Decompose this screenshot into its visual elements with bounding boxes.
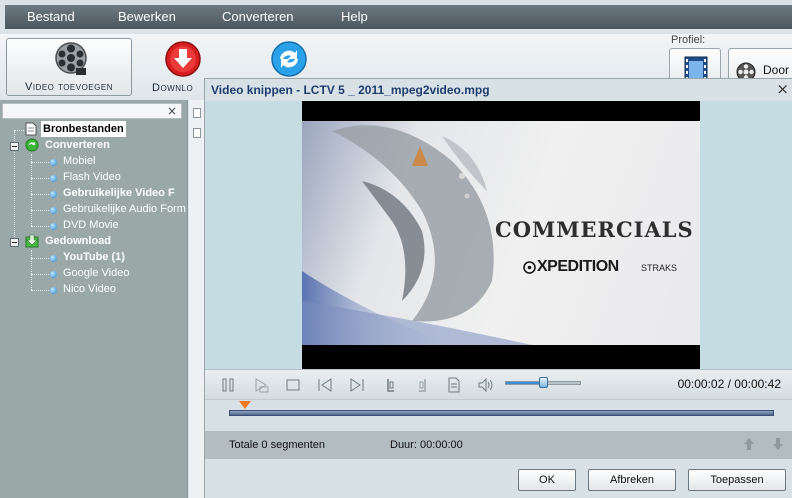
brand-logo-icon bbox=[523, 261, 536, 274]
bullet-icon bbox=[50, 255, 57, 262]
menu-bewerken[interactable]: Bewerken bbox=[118, 5, 176, 29]
play-segment-icon[interactable] bbox=[252, 376, 270, 394]
cancel-button[interactable]: Afbreken bbox=[588, 469, 676, 491]
dialog-titlebar: Video knippen - LCTV 5 _ 2011_mpeg2video… bbox=[205, 79, 792, 101]
tree-line bbox=[31, 250, 32, 290]
downloaded-group-icon bbox=[25, 234, 39, 248]
door-label: Door bbox=[763, 63, 790, 77]
video-area: COMMERCIALS XPEDITION STRAKS bbox=[205, 101, 792, 369]
tree-line bbox=[31, 226, 49, 227]
tree-line bbox=[31, 274, 49, 275]
tree-item-common-audio[interactable]: Gebruikelijke Audio Form bbox=[63, 201, 186, 217]
sidebar-close-button[interactable]: × bbox=[167, 104, 177, 118]
volume-knob[interactable] bbox=[539, 377, 548, 388]
bullet-icon bbox=[50, 191, 57, 198]
skip-back-icon[interactable] bbox=[316, 376, 334, 394]
volume-icon[interactable] bbox=[477, 376, 495, 394]
download-label: Downlo bbox=[152, 82, 194, 94]
segment-bar: Totale 0 segmenten Duur: 00:00:00 bbox=[205, 431, 792, 459]
tree-group-converteren[interactable]: Converteren bbox=[45, 137, 110, 153]
bullet-icon bbox=[50, 159, 57, 166]
checkbox[interactable] bbox=[193, 128, 201, 138]
pause-icon[interactable] bbox=[219, 376, 237, 394]
tree-line bbox=[31, 210, 49, 211]
video-headline: COMMERCIALS bbox=[495, 217, 694, 242]
playhead-marker[interactable] bbox=[239, 401, 252, 409]
tree-item-bronbestanden[interactable]: Bronbestanden bbox=[41, 121, 126, 137]
download-button[interactable]: Downlo bbox=[145, 38, 205, 96]
bullet-icon bbox=[50, 287, 57, 294]
video-player[interactable]: COMMERCIALS XPEDITION STRAKS bbox=[302, 101, 700, 369]
dialog-buttons: OK Afbreken Toepassen bbox=[205, 459, 792, 498]
apply-button[interactable]: Toepassen bbox=[688, 469, 786, 491]
tree-line bbox=[31, 194, 49, 195]
collapse-toggle[interactable] bbox=[10, 238, 19, 247]
tree-line bbox=[31, 154, 32, 226]
add-video-button[interactable]: Video toevoegen bbox=[6, 38, 132, 96]
menu-bar: Bestand Bewerken Converteren Help bbox=[0, 0, 792, 34]
film-reel-icon bbox=[55, 42, 87, 75]
tree-line bbox=[31, 290, 49, 291]
bullet-icon bbox=[50, 223, 57, 230]
bullet-icon bbox=[50, 175, 57, 182]
tree-item-mobiel[interactable]: Mobiel bbox=[63, 153, 95, 169]
time-display: 00:00:02 / 00:00:42 bbox=[677, 377, 781, 391]
document-icon[interactable] bbox=[445, 376, 463, 394]
menu-help[interactable]: Help bbox=[341, 5, 368, 29]
tree-group-gedownload[interactable]: Gedownload bbox=[45, 233, 111, 249]
stop-icon[interactable] bbox=[284, 376, 302, 394]
skip-forward-icon[interactable] bbox=[348, 376, 366, 394]
checkbox[interactable] bbox=[193, 108, 201, 118]
segment-count: Totale 0 segmenten bbox=[229, 439, 326, 451]
tree-line bbox=[14, 130, 24, 131]
dialog-title: Video knippen - LCTV 5 _ 2011_mpeg2video… bbox=[211, 83, 490, 97]
tree-item-nico-video[interactable]: Nico Video bbox=[63, 281, 116, 297]
tree-line bbox=[31, 178, 49, 179]
video-brand: XPEDITION bbox=[537, 258, 619, 275]
timeline[interactable] bbox=[205, 399, 792, 431]
document-icon bbox=[25, 122, 37, 136]
tree-line bbox=[31, 162, 49, 163]
sidebar-header: × bbox=[2, 103, 182, 119]
tree-item-youtube[interactable]: YouTube (1) bbox=[63, 249, 125, 265]
add-video-label: Video toevoegen bbox=[25, 81, 113, 93]
collapse-toggle[interactable] bbox=[10, 142, 19, 151]
move-up-icon[interactable] bbox=[743, 437, 755, 451]
timeline-track[interactable] bbox=[229, 410, 774, 416]
video-tag: STRAKS bbox=[641, 263, 678, 273]
volume-fill bbox=[506, 382, 543, 384]
tree-item-flash-video[interactable]: Flash Video bbox=[63, 169, 121, 185]
menu-converteren[interactable]: Converteren bbox=[222, 5, 294, 29]
tree-item-google-video[interactable]: Google Video bbox=[63, 265, 129, 281]
ok-button[interactable]: OK bbox=[518, 469, 576, 491]
file-list-panel bbox=[189, 100, 205, 498]
move-down-icon[interactable] bbox=[772, 437, 784, 451]
dialog-close-button[interactable]: × bbox=[776, 80, 789, 98]
profile-label: Profiel: bbox=[671, 34, 706, 46]
sidebar: × Bronbestanden Converteren Mobiel Flash… bbox=[0, 100, 188, 498]
bullet-icon bbox=[50, 207, 57, 214]
download-icon bbox=[165, 41, 201, 77]
convert-icon[interactable] bbox=[270, 40, 308, 78]
menu-bestand[interactable]: Bestand bbox=[27, 5, 75, 29]
video-cut-dialog: Video knippen - LCTV 5 _ 2011_mpeg2video… bbox=[204, 78, 792, 498]
tree-item-common-video[interactable]: Gebruikelijke Video F bbox=[63, 185, 175, 201]
player-controls: 00:00:02 / 00:00:42 bbox=[205, 369, 792, 399]
convert-group-icon bbox=[25, 138, 39, 152]
mark-end-icon[interactable] bbox=[413, 376, 431, 394]
tree-item-dvd-movie[interactable]: DVD Movie bbox=[63, 217, 119, 233]
segment-duration: Duur: 00:00:00 bbox=[390, 439, 463, 451]
video-frame: COMMERCIALS XPEDITION STRAKS bbox=[302, 121, 700, 345]
tree-line bbox=[31, 258, 49, 259]
volume-slider[interactable] bbox=[505, 377, 581, 388]
bullet-icon bbox=[50, 271, 57, 278]
mark-start-icon[interactable] bbox=[382, 376, 400, 394]
